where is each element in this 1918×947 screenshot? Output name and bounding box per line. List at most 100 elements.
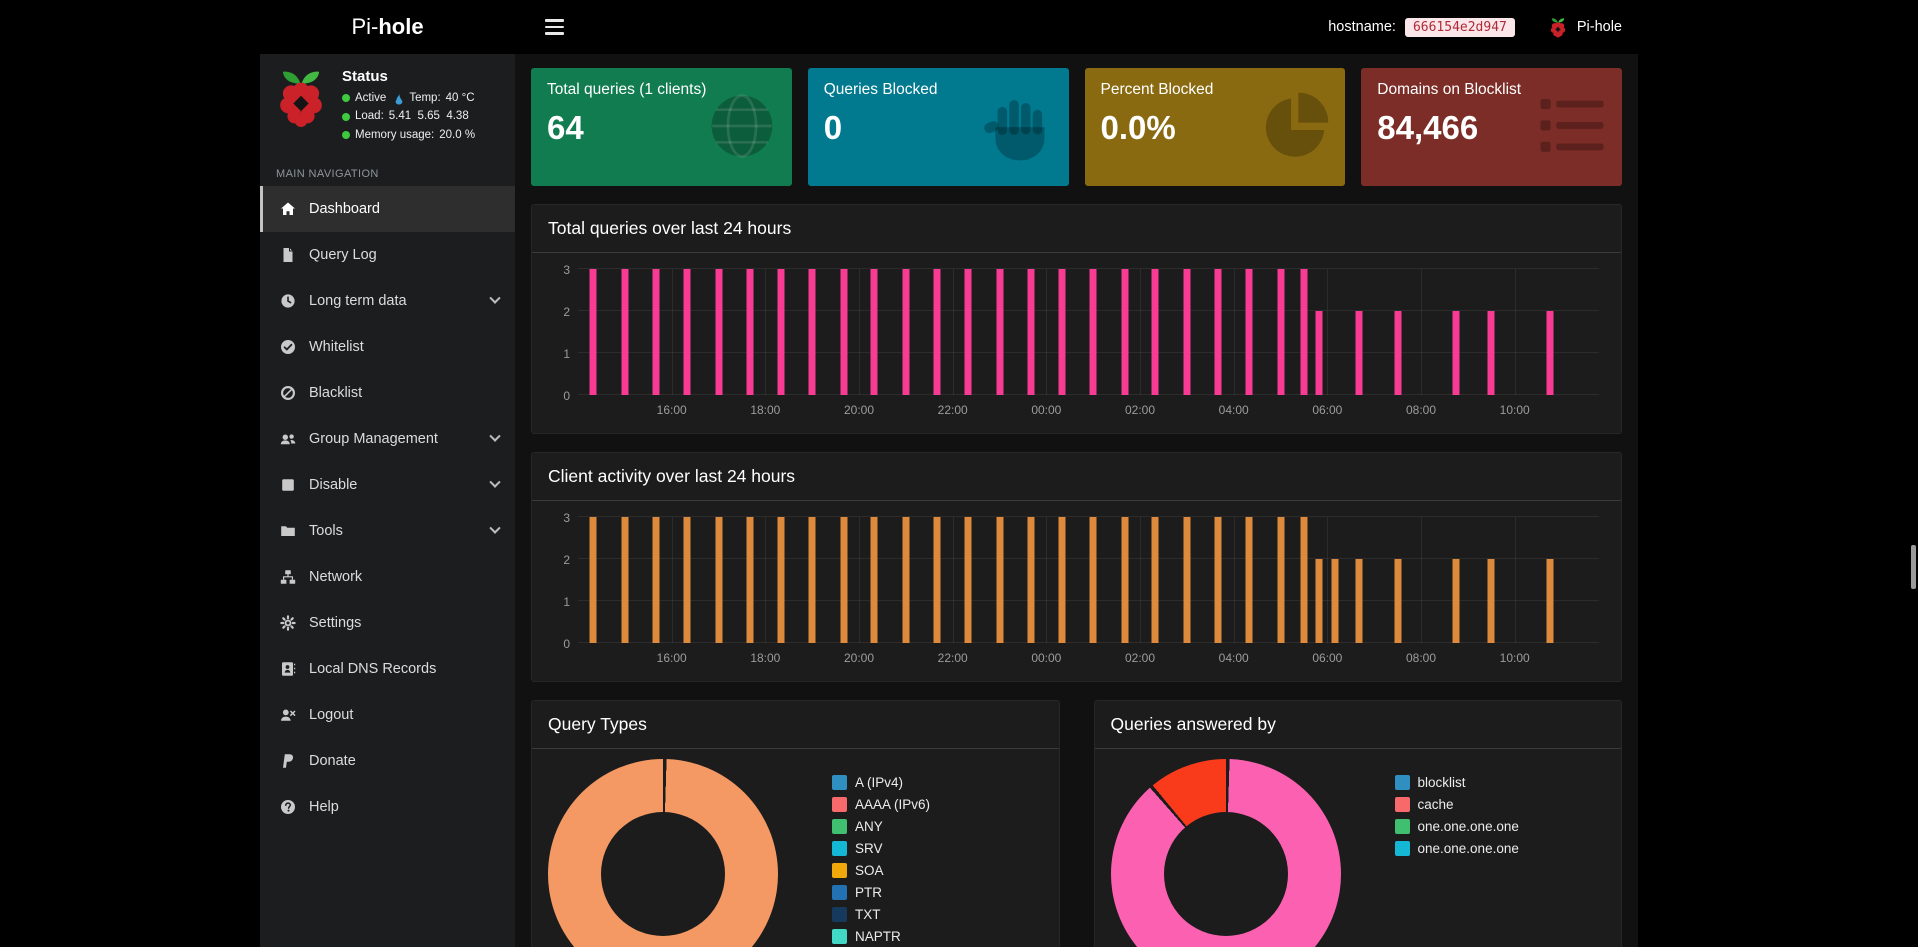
logout-icon: [280, 707, 296, 723]
sidebar-menu: Dashboard Query Log Long term data Whitelis…: [260, 186, 515, 830]
bar: [1121, 269, 1128, 395]
legend-item-any[interactable]: ANY: [832, 815, 930, 837]
scrollbar[interactable]: [1911, 545, 1916, 589]
sidebar-item-settings[interactable]: Settings: [260, 600, 515, 646]
clock-icon: [280, 293, 296, 309]
legend-item-naptr[interactable]: NAPTR: [832, 925, 930, 947]
x-axis-label: 02:00: [1125, 403, 1155, 417]
legend-item-a-ipv4[interactable]: A (IPv4): [832, 771, 930, 793]
bar: [1316, 311, 1323, 395]
main-content: Total queries (1 clients)64Queries Block…: [515, 54, 1638, 947]
legend-item-cache[interactable]: cache: [1395, 793, 1519, 815]
bar: [965, 517, 972, 643]
bar: [996, 517, 1003, 643]
gridline: [1327, 269, 1328, 395]
bar: [1058, 269, 1065, 395]
bar: [1090, 517, 1097, 643]
bar: [1488, 559, 1495, 643]
panel-total-queries: Total queries over last 24 hours 012316:…: [531, 204, 1622, 434]
sidebar-item-label: Disable: [309, 477, 357, 493]
sidebar-item-group-management[interactable]: Group Management: [260, 416, 515, 462]
bar: [1300, 517, 1307, 643]
legend-item-soa[interactable]: SOA: [832, 859, 930, 881]
legend-item-ptr[interactable]: PTR: [832, 881, 930, 903]
bar: [621, 269, 628, 395]
legend-label: NAPTR: [855, 929, 901, 944]
chevron-down-icon: [489, 477, 500, 488]
bar: [1316, 559, 1323, 643]
donut-hole: [601, 812, 725, 936]
brand-link[interactable]: Pi-hole: [260, 14, 515, 40]
sidebar-item-label: Query Log: [309, 247, 377, 263]
x-axis-label: 18:00: [750, 651, 780, 665]
sidebar-item-tools[interactable]: Tools: [260, 508, 515, 554]
legend-item-txt[interactable]: TXT: [832, 903, 930, 925]
bar: [1183, 517, 1190, 643]
sidebar-item-dashboard[interactable]: Dashboard: [260, 186, 515, 232]
bar: [590, 517, 597, 643]
sidebar-item-label: Whitelist: [309, 339, 364, 355]
legend-swatch: [832, 775, 847, 790]
x-axis-label: 16:00: [657, 403, 687, 417]
legend-label: A (IPv4): [855, 775, 903, 790]
gridline: [672, 269, 673, 395]
body-row: Status Active Temp: 40 °C Lo: [260, 54, 1638, 947]
sidebar-item-label: Donate: [309, 753, 356, 769]
memory-label: Memory usage:: [355, 126, 434, 144]
sidebar-item-local-dns-records[interactable]: Local DNS Records: [260, 646, 515, 692]
legend-item-blocklist[interactable]: blocklist: [1395, 771, 1519, 793]
gridline: [578, 600, 1599, 601]
legend-item-srv[interactable]: SRV: [832, 837, 930, 859]
bar: [1394, 559, 1401, 643]
gridline: [578, 310, 1599, 311]
legend-item-aaaa-ipv6[interactable]: AAAA (IPv6): [832, 793, 930, 815]
x-axis-label: 10:00: [1500, 651, 1530, 665]
legend-item-one-one-one-one[interactable]: one.one.one.one: [1395, 837, 1519, 859]
gridline: [953, 517, 954, 643]
sidebar-toggle-button[interactable]: [539, 13, 570, 41]
sidebar-item-long-term-data[interactable]: Long term data: [260, 278, 515, 324]
sidebar-item-whitelist[interactable]: Whitelist: [260, 324, 515, 370]
sidebar-item-logout[interactable]: Logout: [260, 692, 515, 738]
sidebar: Status Active Temp: 40 °C Lo: [260, 54, 515, 947]
gridline: [672, 517, 673, 643]
queries-answered-title: Queries answered by: [1095, 701, 1622, 749]
sidebar-item-help[interactable]: Help: [260, 784, 515, 830]
sidebar-item-label: Settings: [309, 615, 361, 631]
bar: [1183, 269, 1190, 395]
check-circle-icon: [280, 339, 296, 355]
donut-hole: [1164, 812, 1288, 936]
y-axis-label: 2: [546, 553, 570, 567]
client-activity-title: Client activity over last 24 hours: [532, 453, 1621, 501]
bar: [715, 269, 722, 395]
gridline: [1140, 269, 1141, 395]
bar: [871, 517, 878, 643]
gridline: [1515, 517, 1516, 643]
bar: [1546, 559, 1553, 643]
sidebar-item-query-log[interactable]: Query Log: [260, 232, 515, 278]
hand-icon: [983, 90, 1055, 162]
raspberry-icon: [1548, 17, 1568, 38]
folder-icon: [280, 523, 296, 539]
legend-label: SRV: [855, 841, 883, 856]
sidebar-item-network[interactable]: Network: [260, 554, 515, 600]
sidebar-item-disable[interactable]: Disable: [260, 462, 515, 508]
bar: [1546, 311, 1553, 395]
legend-item-one-one-one-one[interactable]: one.one.one.one: [1395, 815, 1519, 837]
sidebar-item-label: Group Management: [309, 431, 438, 447]
panel-client-activity: Client activity over last 24 hours 01231…: [531, 452, 1622, 682]
bar: [746, 517, 753, 643]
y-axis-label: 1: [546, 595, 570, 609]
load-label: Load:: [355, 107, 384, 125]
bar: [777, 517, 784, 643]
ban-icon: [280, 385, 296, 401]
sidebar-item-label: Help: [309, 799, 339, 815]
bar: [1027, 269, 1034, 395]
bar: [1453, 559, 1460, 643]
sidebar-item-donate[interactable]: Donate: [260, 738, 515, 784]
status-row-load: Load: 5.41 5.65 4.38: [342, 107, 475, 125]
gridline: [578, 268, 1599, 269]
sidebar-item-blacklist[interactable]: Blacklist: [260, 370, 515, 416]
gridline: [578, 558, 1599, 559]
y-axis-label: 3: [546, 263, 570, 277]
